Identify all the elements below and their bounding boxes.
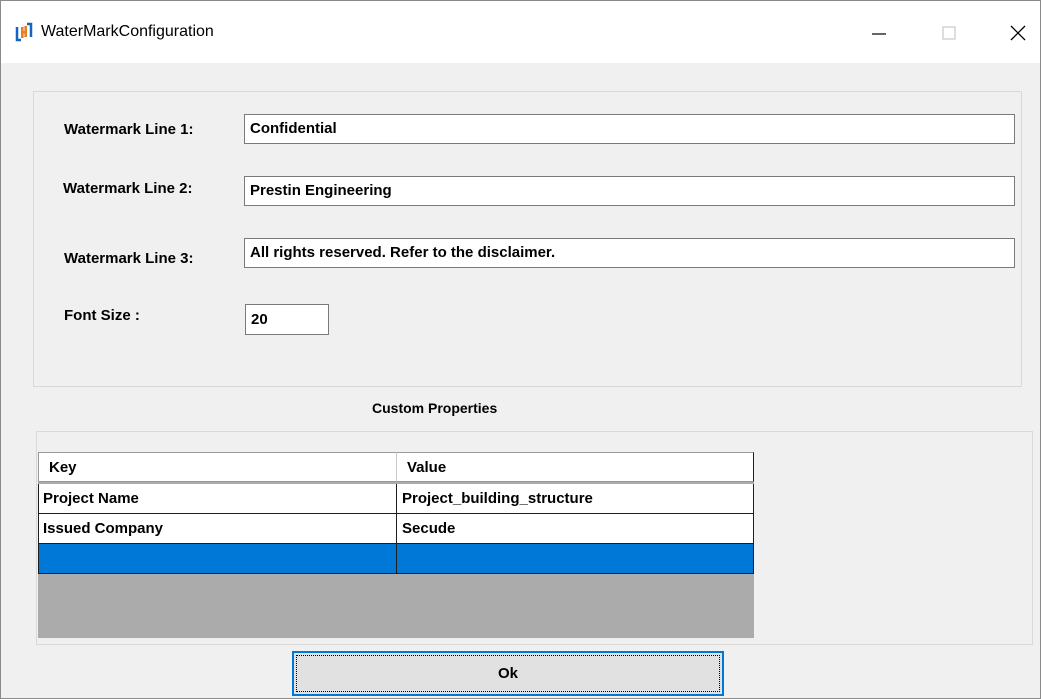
close-button[interactable] [995, 13, 1041, 53]
column-header-value[interactable]: Value [397, 452, 754, 482]
maximize-icon [942, 26, 956, 40]
maximize-button[interactable] [926, 13, 972, 53]
value-cell[interactable]: Project_building_structure [397, 484, 754, 514]
watermark-line-2-label: Watermark Line 2: [63, 180, 193, 197]
table-row-new-selected[interactable] [38, 544, 754, 574]
key-cell[interactable] [38, 544, 397, 574]
font-size-input[interactable]: 20 [245, 304, 329, 335]
custom-properties-grid[interactable]: Key Value Project Name Project_building_… [38, 452, 754, 638]
ok-button[interactable]: Ok [292, 651, 724, 696]
watermark-line-3-input[interactable]: All rights reserved. Refer to the discla… [244, 238, 1015, 268]
minimize-icon [872, 33, 886, 35]
column-header-key[interactable]: Key [38, 452, 397, 482]
app-logo-icon [15, 22, 33, 42]
key-cell[interactable]: Project Name [38, 484, 397, 514]
font-size-label: Font Size : [64, 307, 140, 324]
watermark-line-1-label: Watermark Line 1: [64, 121, 194, 138]
watermark-line-3-label: Watermark Line 3: [64, 250, 194, 267]
watermark-line-2-input[interactable]: Prestin Engineering [244, 176, 1015, 206]
close-icon [1010, 25, 1026, 41]
watermark-line-1-input[interactable]: Confidential [244, 114, 1015, 144]
ok-button-label: Ok [497, 665, 518, 682]
value-cell[interactable]: Secude [397, 514, 754, 544]
table-row[interactable]: Issued Company Secude [38, 514, 754, 544]
custom-properties-title: Custom Properties [372, 400, 498, 416]
window-title: WaterMarkConfiguration [41, 23, 214, 40]
minimize-button[interactable] [856, 13, 902, 53]
grid-header-row: Key Value [38, 452, 754, 482]
title-bar: WaterMarkConfiguration [1, 1, 1040, 63]
key-cell[interactable]: Issued Company [38, 514, 397, 544]
table-row[interactable]: Project Name Project_building_structure [38, 484, 754, 514]
value-cell[interactable] [397, 544, 754, 574]
